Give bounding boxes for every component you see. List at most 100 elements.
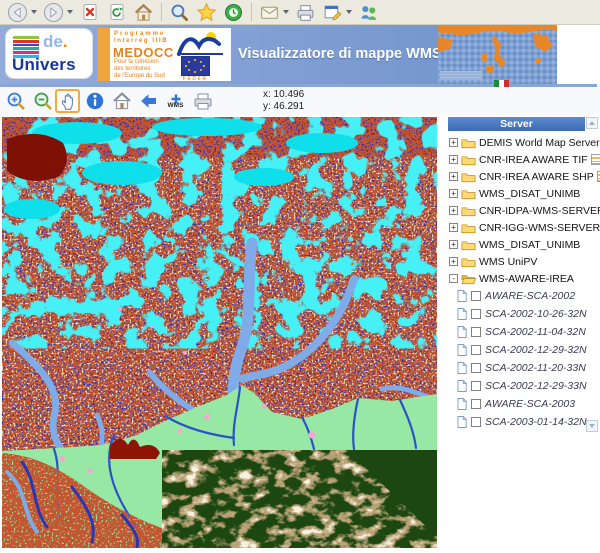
expand-toggle-icon[interactable]: + <box>449 138 458 147</box>
expand-toggle-icon[interactable]: + <box>449 172 458 181</box>
folder-icon <box>461 137 476 149</box>
folder-icon <box>461 222 476 234</box>
expand-toggle-icon[interactable]: + <box>449 189 458 198</box>
server-label: CNR-IREA AWARE SHP <box>479 171 594 183</box>
layer-checkbox[interactable] <box>471 309 481 319</box>
layer-checkbox[interactable] <box>471 363 481 373</box>
layer-page-icon <box>457 326 467 338</box>
server-tree-item[interactable]: + WMS_DISAT_UNIMB <box>448 185 588 202</box>
expand-toggle-icon[interactable]: + <box>449 206 458 215</box>
browser-toolbar <box>0 0 600 25</box>
medocc-orange-bar <box>97 28 110 81</box>
pan-button[interactable] <box>55 89 80 113</box>
expand-toggle-icon[interactable]: + <box>449 155 458 164</box>
messenger-icon[interactable] <box>355 1 382 23</box>
mail-dropdown-icon[interactable] <box>283 10 289 14</box>
server-tree-item-expanded[interactable]: - WMS-AWARE-IREA <box>448 270 588 287</box>
server-tree-item[interactable]: + WMS UniPV <box>448 253 588 270</box>
expand-toggle-icon[interactable]: + <box>449 240 458 249</box>
layer-tree-item[interactable]: SCA-2002-12-29-33N <box>448 377 588 395</box>
forward-dropdown-icon[interactable] <box>67 10 73 14</box>
search-icon[interactable] <box>166 1 193 23</box>
ide-univers-logo: de. Univers <box>5 28 93 79</box>
server-panel-header: Server <box>448 117 585 131</box>
scroll-up-button[interactable] <box>586 117 598 129</box>
cursor-coordinates: x: 10.496 y: 46.291 <box>263 89 304 113</box>
stop-icon[interactable] <box>76 1 103 23</box>
layer-page-icon <box>457 344 467 356</box>
server-tree-item[interactable]: + CNR-IREA AWARE SHP <box>448 168 588 185</box>
map-toolbar: WMS x: 10.496 y: 46.291 <box>0 87 600 115</box>
layer-tree-item[interactable]: SCA-2002-11-04-32N <box>448 323 588 341</box>
layer-page-icon <box>457 380 467 392</box>
medocc-name: MEDOCC <box>113 45 174 60</box>
layer-checkbox[interactable] <box>471 399 481 409</box>
eu-flag-icon <box>181 56 210 76</box>
layer-checkbox[interactable] <box>471 345 481 355</box>
server-label: CNR-IGG-WMS-SERVER <box>479 222 600 234</box>
expand-toggle-icon[interactable]: + <box>449 223 458 232</box>
zoom-in-button[interactable] <box>3 89 28 113</box>
medocc-feder: FEDER <box>183 76 207 81</box>
server-tree-item[interactable]: + CNR-IGG-WMS-SERVER <box>448 219 588 236</box>
layer-tree-item[interactable]: AWARE-SCA-2003 <box>448 395 588 413</box>
previous-extent-button[interactable] <box>136 89 161 113</box>
refresh-icon[interactable] <box>103 1 130 23</box>
layer-tree-item[interactable]: SCA-2002-11-20-33N <box>448 359 588 377</box>
home-icon[interactable] <box>130 1 157 23</box>
server-tree-item[interactable]: + CNR-IREA AWARE TIF <box>448 151 588 168</box>
mail-icon[interactable] <box>256 1 283 23</box>
triangle-down-icon <box>589 424 595 428</box>
layer-page-icon <box>457 308 467 320</box>
back-dropdown-icon[interactable] <box>31 10 37 14</box>
legend-icon[interactable] <box>591 154 600 165</box>
edit-dropdown-icon[interactable] <box>346 10 352 14</box>
print-map-button[interactable] <box>190 89 215 113</box>
layer-label: SCA-2002-10-26-32N <box>485 308 587 320</box>
layer-checkbox[interactable] <box>471 417 481 427</box>
layer-label: SCA-2002-12-29-33N <box>485 380 587 392</box>
layer-label: AWARE-SCA-2002 <box>485 290 575 302</box>
forward-icon[interactable] <box>40 1 67 23</box>
edit-icon[interactable] <box>319 1 346 23</box>
layer-page-icon <box>457 398 467 410</box>
layer-tree-item[interactable]: SCA-2003-01-14-32N <box>448 413 588 431</box>
layer-checkbox[interactable] <box>471 291 481 301</box>
print-icon[interactable] <box>292 1 319 23</box>
layer-checkbox[interactable] <box>471 327 481 337</box>
server-tree-item[interactable]: + CNR-IDPA-WMS-SERVER <box>448 202 588 219</box>
favorites-star-icon[interactable] <box>193 1 220 23</box>
folder-icon <box>461 205 476 217</box>
server-tree-item[interactable]: + WMS_DISAT_UNIMB <box>448 236 588 253</box>
history-icon[interactable] <box>220 1 247 23</box>
medocc-logo-block: Programme Interreg IIIB MEDOCC Pour la c… <box>97 28 231 81</box>
server-tree-item[interactable]: + DEMIS World Map Server <box>448 134 588 151</box>
coordinate-y: y: 46.291 <box>263 101 304 113</box>
server-label: CNR-IREA AWARE TIF <box>479 154 588 166</box>
univers-logo-name: Univers <box>12 55 76 75</box>
full-extent-home-button[interactable] <box>109 89 134 113</box>
expand-toggle-icon[interactable]: + <box>449 257 458 266</box>
wms-viewer-page: de. Univers Programme Interreg IIIB MEDO… <box>0 0 600 553</box>
app-header: de. Univers Programme Interreg IIIB MEDO… <box>0 25 557 84</box>
layer-checkbox[interactable] <box>471 381 481 391</box>
layer-tree-item[interactable]: SCA-2002-10-26-32N <box>448 305 588 323</box>
medocc-tagline: Pour la cohésion des territoires de l'Eu… <box>114 59 165 80</box>
layer-tree-item[interactable]: AWARE-SCA-2002 <box>448 287 588 305</box>
layer-label: SCA-2002-11-20-33N <box>485 362 586 374</box>
collapse-toggle-icon[interactable]: - <box>449 274 458 283</box>
identify-info-button[interactable] <box>82 89 107 113</box>
layer-tree-item[interactable]: SCA-2002-12-29-32N <box>448 341 588 359</box>
map-canvas[interactable] <box>2 117 437 548</box>
layer-label: SCA-2002-11-04-32N <box>485 326 586 338</box>
medocc-interreg: Interreg IIIB <box>114 38 168 44</box>
zoom-out-button[interactable] <box>30 89 55 113</box>
open-folder-icon <box>461 273 476 285</box>
back-icon[interactable] <box>4 1 31 23</box>
triangle-up-icon <box>589 121 595 125</box>
server-label: WMS-AWARE-IREA <box>479 273 574 285</box>
coordinate-x: x: 10.496 <box>263 89 304 101</box>
add-wms-button[interactable]: WMS <box>163 89 188 113</box>
layer-page-icon <box>457 362 467 374</box>
server-label: WMS_DISAT_UNIMB <box>479 188 580 200</box>
